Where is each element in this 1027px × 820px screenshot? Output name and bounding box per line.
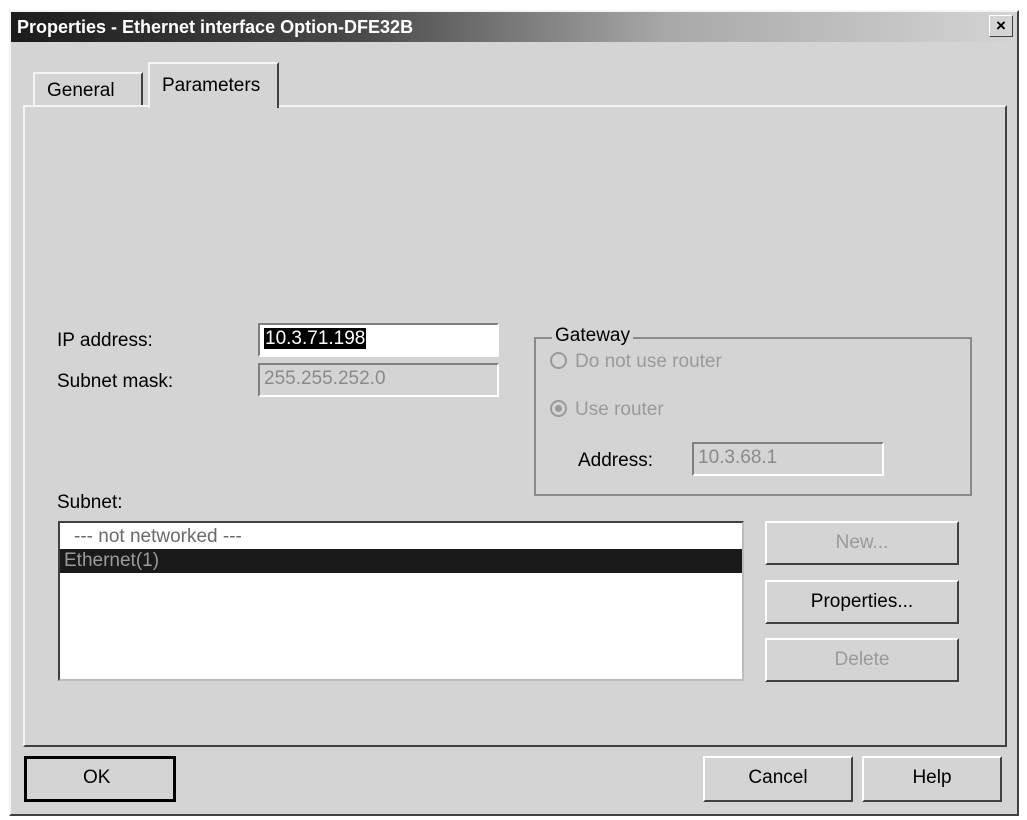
ip-address-input[interactable]: 10.3.71.198 [258, 323, 499, 357]
ip-address-label: IP address: [57, 330, 153, 351]
cancel-button-label: Cancel [748, 767, 808, 788]
properties-dialog: Properties - Ethernet interface Option-D… [9, 10, 1019, 816]
title-bar[interactable]: Properties - Ethernet interface Option-D… [11, 12, 1017, 42]
radio-do-not-use-router-label: Do not use router [575, 351, 722, 372]
ok-button[interactable]: OK [24, 756, 176, 802]
ip-address-value: 10.3.71.198 [264, 328, 367, 349]
router-address-label: Address: [578, 450, 653, 471]
new-button[interactable]: New... [765, 521, 959, 565]
tab-parameters-label: Parameters [162, 75, 261, 96]
subnet-label: Subnet: [57, 492, 123, 513]
help-button-label: Help [912, 767, 952, 788]
close-button[interactable]: × [989, 15, 1013, 37]
radio-use-router-label: Use router [575, 399, 664, 420]
gateway-title: Gateway [552, 325, 633, 347]
radio-selected-icon [550, 400, 567, 417]
ok-button-label: OK [83, 767, 111, 788]
list-item-label: --- not networked --- [74, 526, 242, 547]
delete-button-label: Delete [834, 649, 890, 670]
new-button-label: New... [835, 532, 889, 553]
gateway-group: Gateway Do not use router Use router Add… [534, 325, 972, 496]
subnet-mask-input[interactable]: 255.255.252.0 [258, 363, 499, 397]
subnet-mask-label: Subnet mask: [57, 371, 174, 392]
delete-button[interactable]: Delete [765, 638, 959, 682]
close-icon: × [996, 16, 1006, 35]
router-address-input[interactable]: 10.3.68.1 [692, 442, 884, 476]
tab-parameters[interactable]: Parameters [148, 62, 279, 108]
list-item[interactable]: --- not networked --- [60, 525, 742, 549]
radio-use-router[interactable]: Use router [550, 399, 664, 421]
radio-unselected-icon [550, 352, 567, 369]
tab-general-label: General [47, 80, 115, 101]
radio-do-not-use-router[interactable]: Do not use router [550, 351, 722, 373]
properties-button[interactable]: Properties... [765, 580, 959, 624]
subnet-mask-value: 255.255.252.0 [264, 368, 386, 389]
properties-button-label: Properties... [810, 591, 914, 612]
tab-general[interactable]: General [33, 72, 143, 106]
router-address-value: 10.3.68.1 [698, 447, 778, 468]
list-item-label: Ethernet(1) [64, 550, 160, 571]
list-item[interactable]: Ethernet(1) [60, 549, 742, 573]
cancel-button[interactable]: Cancel [703, 756, 853, 802]
window-title: Properties - Ethernet interface Option-D… [17, 17, 414, 37]
subnet-list[interactable]: --- not networked --- Ethernet(1) [58, 521, 744, 681]
help-button[interactable]: Help [862, 756, 1002, 802]
